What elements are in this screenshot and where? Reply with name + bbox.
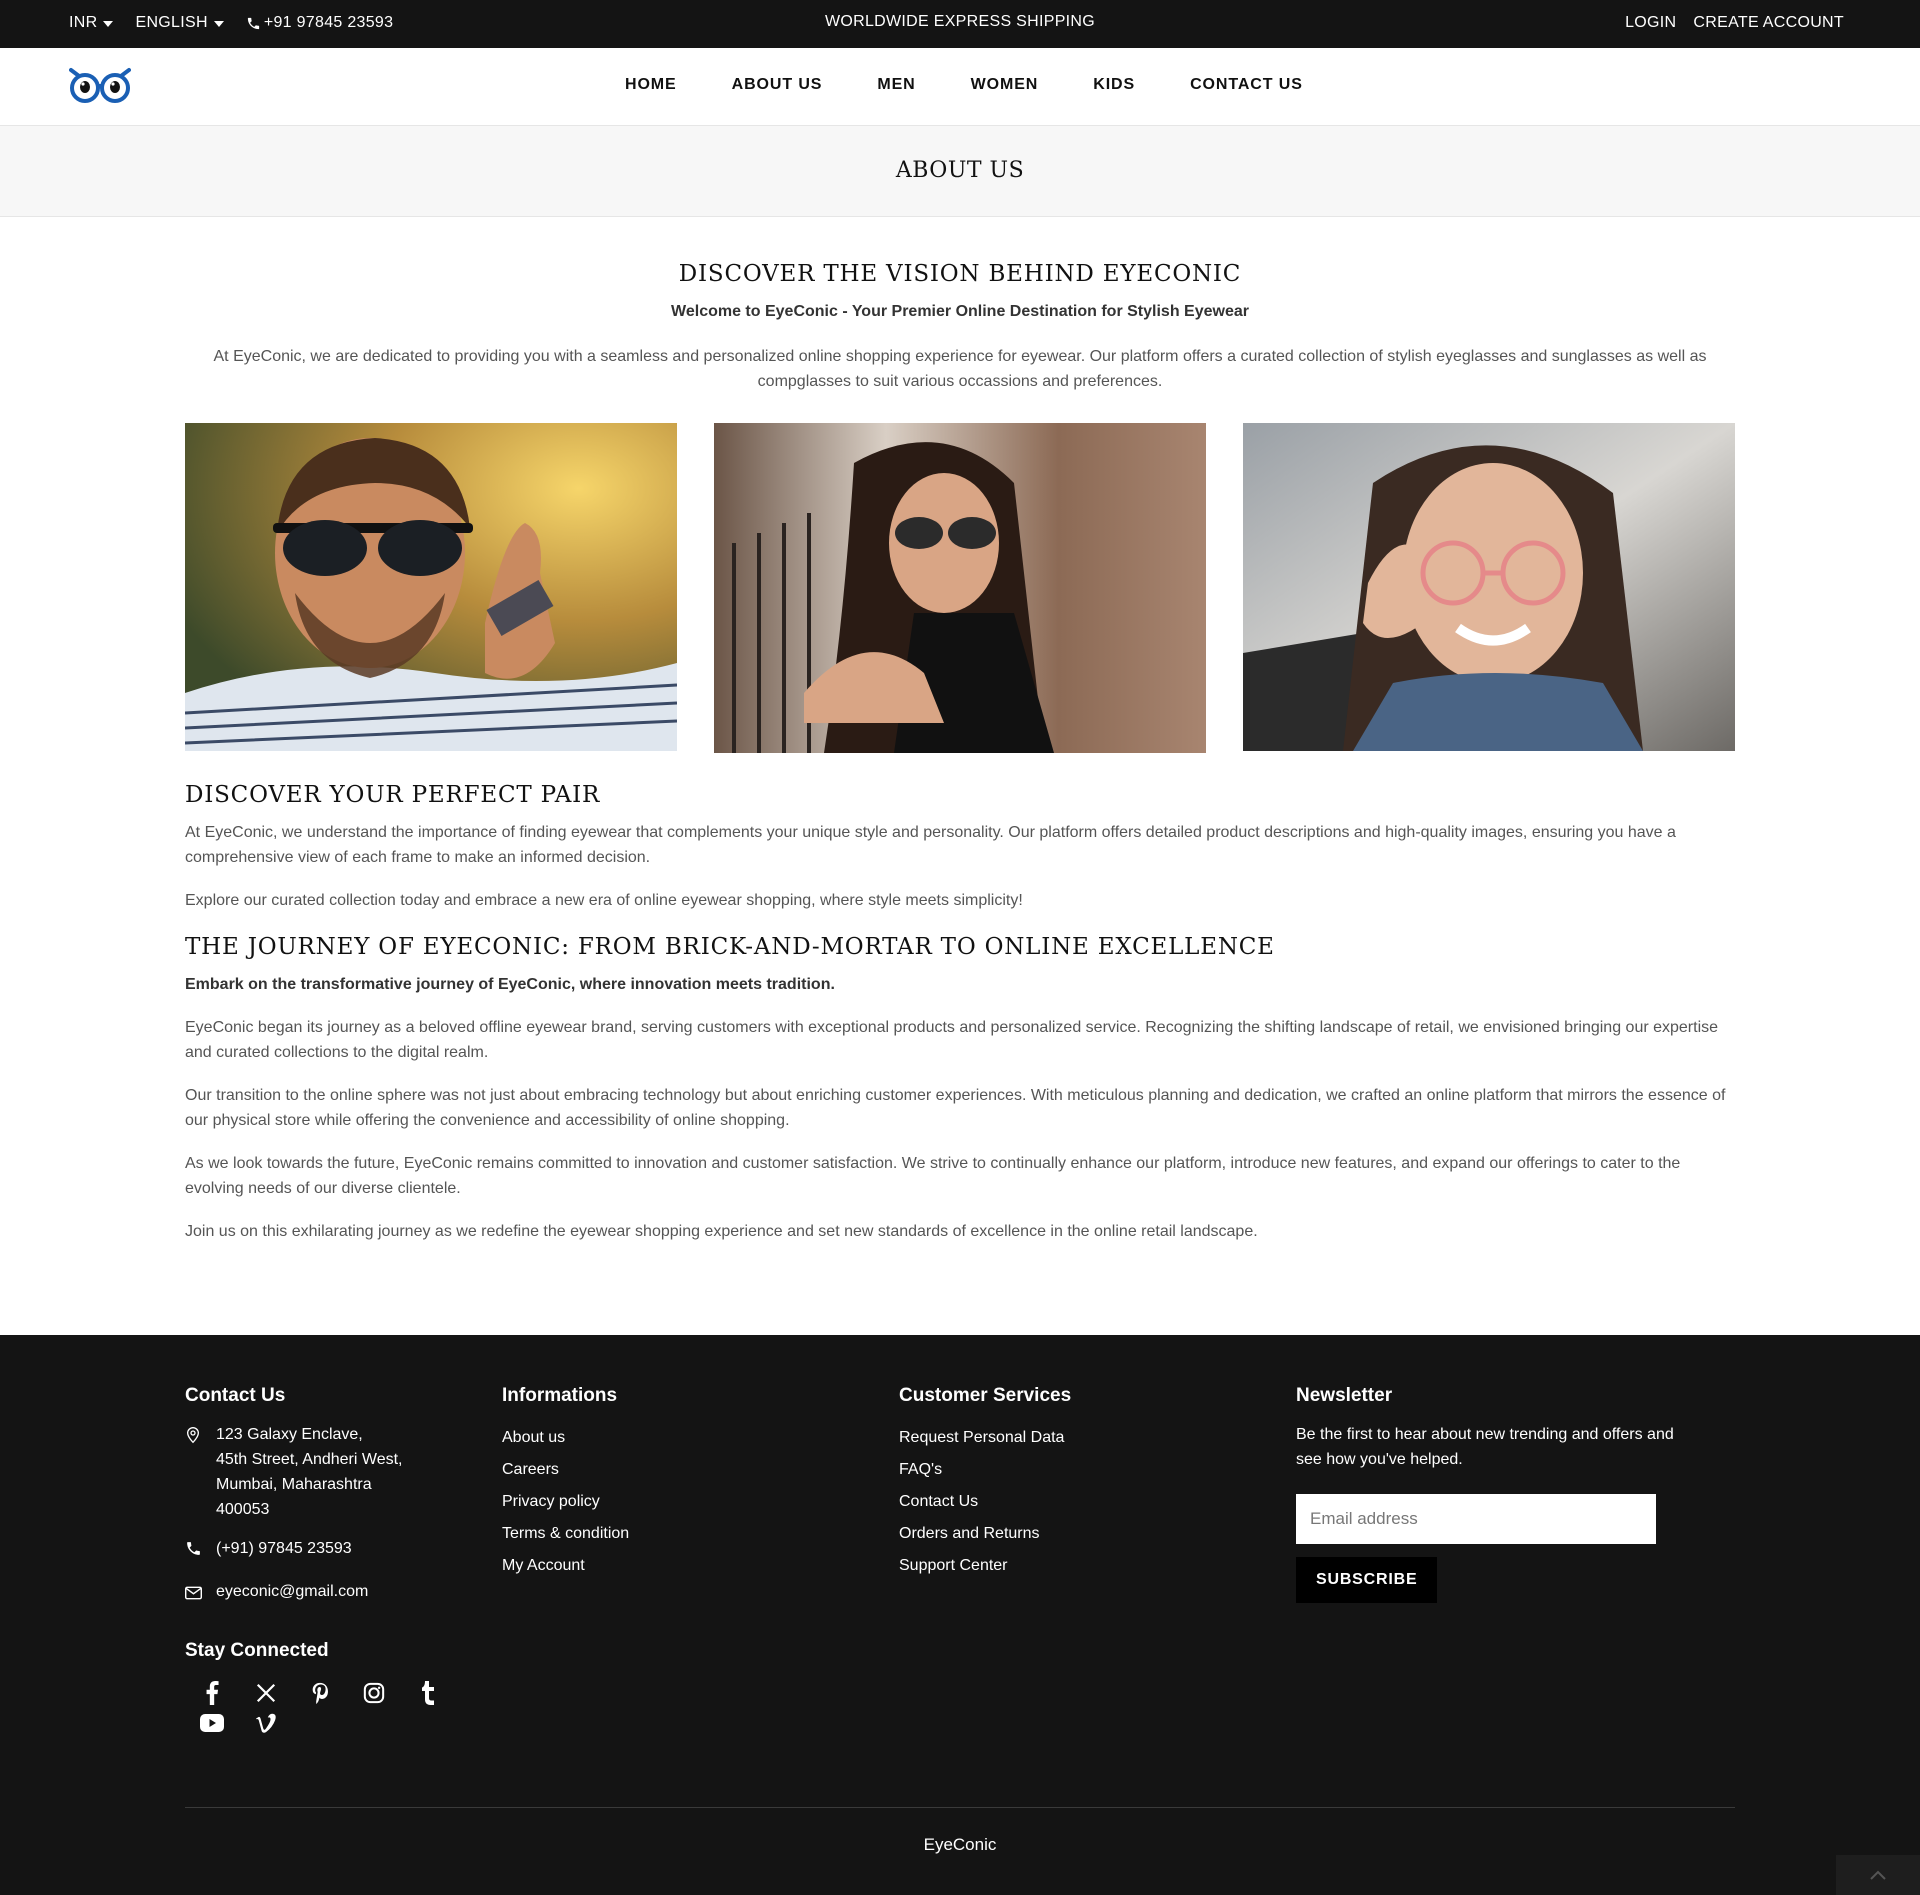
page-title-band: ABOUT US [0, 125, 1920, 217]
owl-eyes-logo-icon [69, 68, 131, 103]
nav-men[interactable]: MEN [877, 76, 915, 94]
journey-heading: THE JOURNEY OF EYECONIC: FROM BRICK-AND-… [185, 934, 1275, 960]
newsletter-email-input[interactable] [1296, 1494, 1656, 1544]
perfect-pair-heading: DISCOVER YOUR PERFECT PAIR [185, 782, 601, 808]
back-to-top-button[interactable] [1836, 1855, 1920, 1895]
x-icon[interactable] [239, 1678, 293, 1708]
nav-contact-us[interactable]: CONTACT US [1190, 76, 1303, 94]
journey-section: THE JOURNEY OF EYECONIC: FROM BRICK-AND-… [185, 932, 1735, 1262]
nav-home[interactable]: HOME [625, 76, 677, 94]
footer-phone[interactable]: (+91) 97845 23593 [185, 1536, 445, 1565]
facebook-icon[interactable] [185, 1678, 239, 1708]
footer-link-privacy-policy[interactable]: Privacy policy [502, 1486, 629, 1518]
perfect-pair-section: DISCOVER YOUR PERFECT PAIR At EyeConic, … [185, 780, 1735, 931]
create-account-link[interactable]: CREATE ACCOUNT [1693, 14, 1844, 32]
vimeo-icon[interactable] [239, 1708, 293, 1738]
footer-contact: Contact Us 123 Galaxy Enclave, 45th Stre… [185, 1385, 445, 1622]
nav-women[interactable]: WOMEN [971, 76, 1039, 94]
footer-informations-heading: Informations [502, 1385, 618, 1406]
journey-lead: Embark on the transformative journey of … [185, 976, 835, 993]
footer-services-heading: Customer Services [899, 1385, 1072, 1406]
footer-link-contact-us[interactable]: Contact Us [899, 1486, 1071, 1518]
journey-paragraph-3: As we look towards the future, EyeConic … [185, 1155, 1681, 1197]
youtube-icon[interactable] [185, 1708, 239, 1738]
footer-email[interactable]: eyeconic@gmail.com [185, 1579, 445, 1608]
site-logo[interactable] [69, 66, 131, 106]
footer-newsletter: Newsletter Be the first to hear about ne… [1296, 1385, 1676, 1603]
nav-kids[interactable]: KIDS [1093, 76, 1135, 94]
perfect-pair-paragraph-1: At EyeConic, we understand the importanc… [185, 824, 1676, 866]
footer-link-about-us[interactable]: About us [502, 1422, 629, 1454]
social-icons [185, 1678, 465, 1738]
image-row [185, 423, 1735, 753]
footer-informations: Informations About us Careers Privacy po… [502, 1385, 629, 1582]
page-title: ABOUT US [895, 158, 1025, 183]
address-line: 400053 [216, 1501, 270, 1518]
login-link[interactable]: LOGIN [1625, 14, 1676, 32]
site-footer: Contact Us 123 Galaxy Enclave, 45th Stre… [0, 1335, 1920, 1895]
footer-copyright: EyeConic [923, 1835, 997, 1854]
newsletter-heading: Newsletter [1296, 1385, 1393, 1406]
journey-paragraph-1: EyeConic began its journey as a beloved … [185, 1019, 1719, 1061]
footer-phone-number: (+91) 97845 23593 [216, 1540, 352, 1557]
map-pin-icon [186, 1426, 200, 1444]
vision-subheading: Welcome to EyeConic - Your Premier Onlin… [671, 303, 1249, 320]
girl-pink-glasses-image [1243, 423, 1735, 751]
main-header: HOME ABOUT US MEN WOMEN KIDS CONTACT US [0, 48, 1920, 126]
stay-connected: Stay Connected [185, 1640, 465, 1738]
footer-link-my-account[interactable]: My Account [502, 1550, 629, 1582]
top-bar: INR ENGLISH +91 97845 23593 WORLDWIDE EX… [0, 0, 1920, 48]
footer-link-request-data[interactable]: Request Personal Data [899, 1422, 1071, 1454]
nav-about-us[interactable]: ABOUT US [732, 76, 823, 94]
footer-contact-heading: Contact Us [185, 1385, 286, 1406]
pinterest-icon[interactable] [293, 1678, 347, 1708]
footer-link-orders-returns[interactable]: Orders and Returns [899, 1518, 1071, 1550]
man-sunglasses-image [185, 423, 677, 751]
address-line: Mumbai, Maharashtra [216, 1476, 372, 1493]
footer-link-terms[interactable]: Terms & condition [502, 1518, 629, 1550]
journey-paragraph-2: Our transition to the online sphere was … [185, 1087, 1726, 1129]
subscribe-button[interactable]: SUBSCRIBE [1296, 1557, 1438, 1603]
address-line: 45th Street, Andheri West, [216, 1451, 403, 1468]
instagram-icon[interactable] [347, 1678, 401, 1708]
vision-heading: DISCOVER THE VISION BEHIND EYECONIC [678, 261, 1242, 287]
address-line: 123 Galaxy Enclave, [216, 1426, 363, 1443]
footer-customer-services: Customer Services Request Personal Data … [899, 1385, 1071, 1582]
footer-link-faqs[interactable]: FAQ's [899, 1454, 1071, 1486]
journey-paragraph-4: Join us on this exhilarating journey as … [185, 1223, 1258, 1240]
vision-intro: At EyeConic, we are dedicated to providi… [213, 348, 1707, 390]
newsletter-text: Be the first to hear about new trending … [1296, 1426, 1674, 1468]
phone-icon [187, 1542, 200, 1555]
chevron-up-icon [1870, 1870, 1886, 1880]
footer-email-address: eyeconic@gmail.com [216, 1583, 369, 1600]
envelope-icon [185, 1586, 202, 1600]
footer-address: 123 Galaxy Enclave, 45th Street, Andheri… [185, 1422, 445, 1522]
perfect-pair-paragraph-2: Explore our curated collection today and… [185, 892, 1023, 909]
stay-connected-heading: Stay Connected [185, 1640, 329, 1661]
footer-link-support-center[interactable]: Support Center [899, 1550, 1071, 1582]
footer-divider [185, 1807, 1735, 1808]
footer-link-careers[interactable]: Careers [502, 1454, 629, 1486]
woman-aviators-image [714, 423, 1206, 753]
main-nav: HOME ABOUT US MEN WOMEN KIDS CONTACT US [625, 76, 1358, 94]
tumblr-icon[interactable] [401, 1678, 455, 1708]
